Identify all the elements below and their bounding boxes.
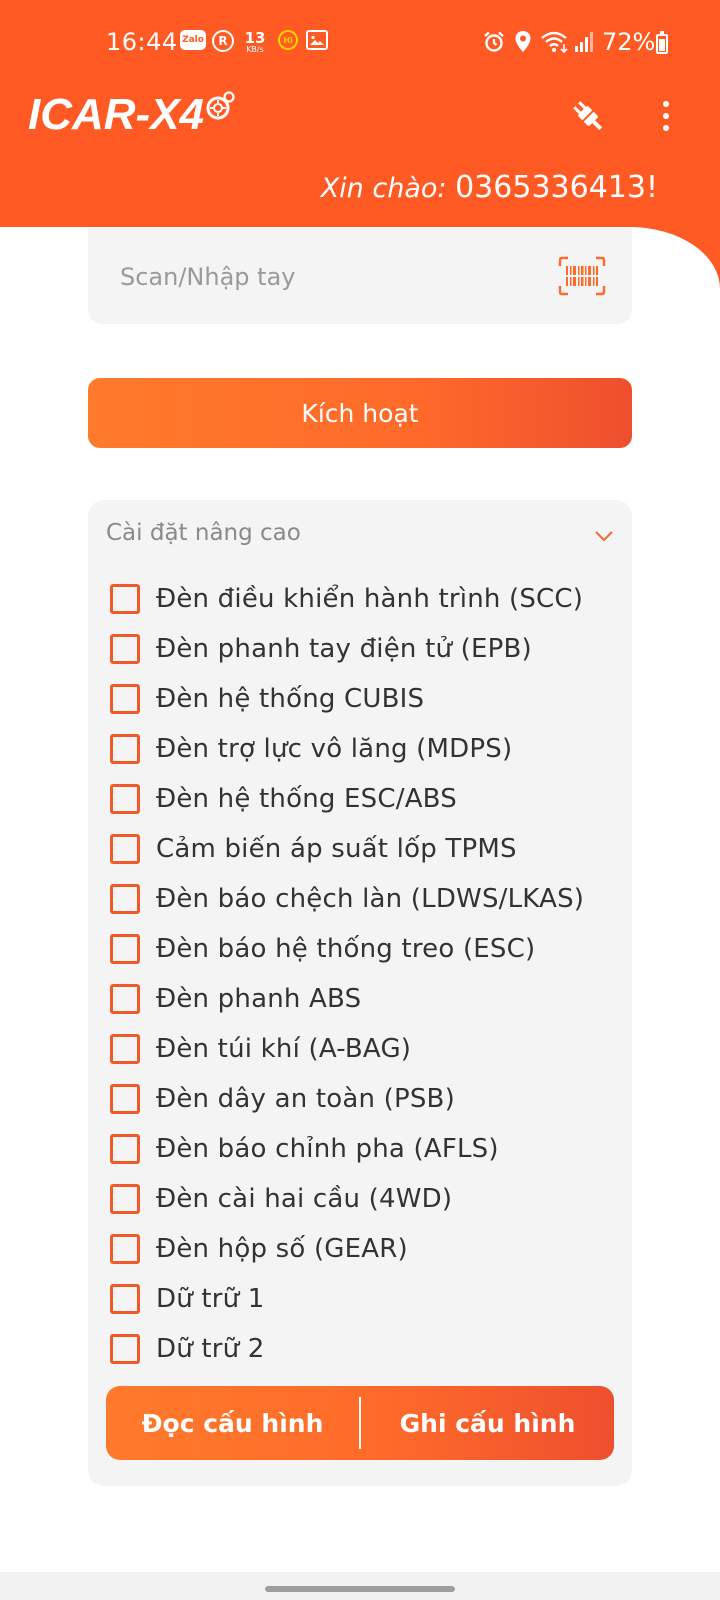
checkbox[interactable] bbox=[110, 1084, 140, 1114]
net-speed-indicator: 13 KB/s bbox=[242, 30, 268, 54]
more-menu-button[interactable] bbox=[650, 92, 682, 140]
checkbox[interactable] bbox=[110, 1034, 140, 1064]
wifi-icon bbox=[540, 30, 570, 54]
checkbox[interactable] bbox=[110, 584, 140, 614]
user-phone: 0365336413! bbox=[455, 170, 658, 205]
advanced-settings-title[interactable]: Cài đặt nâng cao bbox=[106, 520, 301, 546]
option-label: Đèn dây an toàn (PSB) bbox=[156, 1084, 455, 1114]
app-logo: ICAR-X4 bbox=[28, 90, 205, 139]
option-scc[interactable]: Đèn điều khiển hành trình (SCC) bbox=[110, 574, 620, 624]
option-epb[interactable]: Đèn phanh tay điện tử (EPB) bbox=[110, 624, 620, 674]
checkbox[interactable] bbox=[110, 1284, 140, 1314]
checkbox[interactable] bbox=[110, 634, 140, 664]
checkbox[interactable] bbox=[110, 1184, 140, 1214]
checkbox[interactable] bbox=[110, 684, 140, 714]
activate-button[interactable]: Kích hoạt bbox=[88, 378, 632, 448]
dot-icon bbox=[663, 113, 669, 119]
status-bar: 16:44 Zalo R 13 KB/s Hi 72% bbox=[0, 26, 720, 62]
system-nav-bar bbox=[0, 1572, 720, 1600]
status-time: 16:44 bbox=[106, 28, 178, 56]
option-label: Dữ trữ 2 bbox=[156, 1334, 265, 1364]
chevron-down-icon[interactable] bbox=[592, 524, 616, 548]
options-list: Đèn điều khiển hành trình (SCC) Đèn phan… bbox=[110, 574, 620, 1374]
battery-icon bbox=[656, 31, 668, 54]
option-mdps[interactable]: Đèn trợ lực vô lăng (MDPS) bbox=[110, 724, 620, 774]
option-afls[interactable]: Đèn báo chỉnh pha (AFLS) bbox=[110, 1124, 620, 1174]
option-label: Đèn hộp số (GEAR) bbox=[156, 1234, 408, 1264]
greeting-prefix: Xin chào: bbox=[320, 173, 456, 204]
option-label: Đèn báo hệ thống treo (ESC) bbox=[156, 934, 536, 964]
option-abs[interactable]: Đèn phanh ABS bbox=[110, 974, 620, 1024]
option-tpms[interactable]: Cảm biến áp suất lốp TPMS bbox=[110, 824, 620, 874]
gallery-icon bbox=[306, 30, 328, 50]
read-config-button[interactable]: Đọc cấu hình bbox=[106, 1386, 359, 1460]
option-cubis[interactable]: Đèn hệ thống CUBIS bbox=[110, 674, 620, 724]
scan-input[interactable] bbox=[118, 254, 542, 300]
checkbox[interactable] bbox=[110, 984, 140, 1014]
option-airbag[interactable]: Đèn túi khí (A-BAG) bbox=[110, 1024, 620, 1074]
checkbox[interactable] bbox=[110, 1234, 140, 1264]
option-seatbelt[interactable]: Đèn dây an toàn (PSB) bbox=[110, 1074, 620, 1124]
option-gear[interactable]: Đèn hộp số (GEAR) bbox=[110, 1224, 620, 1274]
app-header: 16:44 Zalo R 13 KB/s Hi 72% ICAR-X4 Xin … bbox=[0, 0, 720, 228]
checkbox[interactable] bbox=[110, 784, 140, 814]
option-suspension-esc[interactable]: Đèn báo hệ thống treo (ESC) bbox=[110, 924, 620, 974]
alarm-icon bbox=[482, 30, 506, 54]
option-label: Đèn túi khí (A-BAG) bbox=[156, 1034, 412, 1064]
net-speed-unit: KB/s bbox=[246, 44, 264, 54]
checkbox[interactable] bbox=[110, 734, 140, 764]
option-label: Đèn hệ thống ESC/ABS bbox=[156, 784, 457, 814]
greeting-text: Xin chào: 0365336413! bbox=[321, 170, 658, 205]
option-label: Đèn cài hai cầu (4WD) bbox=[156, 1184, 453, 1214]
option-label: Đèn phanh tay điện tử (EPB) bbox=[156, 634, 532, 664]
hi-icon: Hi bbox=[278, 30, 298, 50]
net-speed-value: 13 bbox=[244, 28, 266, 47]
config-button-group: Đọc cấu hình Ghi cấu hình bbox=[106, 1386, 614, 1460]
option-esc-abs[interactable]: Đèn hệ thống ESC/ABS bbox=[110, 774, 620, 824]
zalo-icon: Zalo bbox=[180, 30, 206, 50]
logo-badge-icon bbox=[206, 91, 235, 120]
connect-plug-button[interactable] bbox=[564, 92, 612, 140]
option-reserve-2[interactable]: Dữ trữ 2 bbox=[110, 1324, 620, 1374]
option-ldws-lkas[interactable]: Đèn báo chệch làn (LDWS/LKAS) bbox=[110, 874, 620, 924]
dot-icon bbox=[663, 125, 669, 131]
option-label: Cảm biến áp suất lốp TPMS bbox=[156, 834, 517, 864]
option-reserve-1[interactable]: Dữ trữ 1 bbox=[110, 1274, 620, 1324]
option-label: Đèn báo chệch làn (LDWS/LKAS) bbox=[156, 884, 585, 914]
scan-field bbox=[88, 228, 632, 324]
advanced-settings-panel: Cài đặt nâng cao Đèn điều khiển hành trì… bbox=[88, 500, 632, 1486]
barcode-scan-icon[interactable] bbox=[558, 256, 606, 296]
option-label: Đèn điều khiển hành trình (SCC) bbox=[156, 584, 584, 614]
dot-icon bbox=[663, 101, 669, 107]
checkbox[interactable] bbox=[110, 934, 140, 964]
checkbox[interactable] bbox=[110, 1134, 140, 1164]
home-gesture-handle[interactable] bbox=[265, 1586, 455, 1592]
option-4wd[interactable]: Đèn cài hai cầu (4WD) bbox=[110, 1174, 620, 1224]
checkbox[interactable] bbox=[110, 884, 140, 914]
app-r-icon: R bbox=[212, 30, 234, 52]
option-label: Đèn phanh ABS bbox=[156, 984, 362, 1014]
checkbox[interactable] bbox=[110, 1334, 140, 1364]
plug-icon bbox=[573, 101, 603, 131]
write-config-button[interactable]: Ghi cấu hình bbox=[361, 1386, 614, 1460]
option-label: Đèn hệ thống CUBIS bbox=[156, 684, 425, 714]
option-label: Đèn trợ lực vô lăng (MDPS) bbox=[156, 734, 513, 764]
signal-icon bbox=[574, 30, 594, 54]
checkbox[interactable] bbox=[110, 834, 140, 864]
screen: 16:44 Zalo R 13 KB/s Hi 72% ICAR-X4 Xin … bbox=[0, 0, 720, 1600]
location-icon bbox=[514, 30, 532, 54]
battery-percent: 72% bbox=[602, 28, 656, 56]
option-label: Đèn báo chỉnh pha (AFLS) bbox=[156, 1134, 499, 1164]
option-label: Dữ trữ 1 bbox=[156, 1284, 265, 1314]
